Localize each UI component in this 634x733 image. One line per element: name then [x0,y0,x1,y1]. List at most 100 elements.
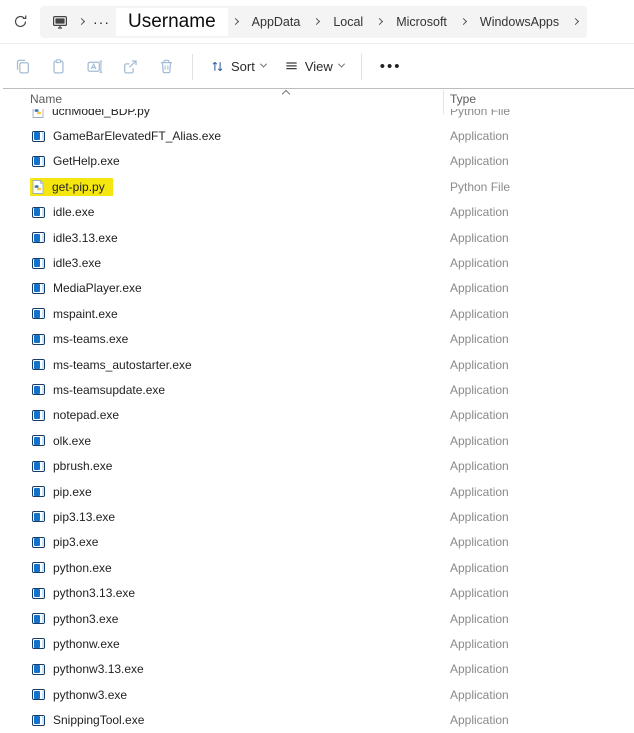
file-row[interactable]: ms-teams.exe Application [0,327,634,352]
file-row[interactable]: pythonw3.13.exe Application [0,657,634,682]
file-name: ucnModel_BDP.py [52,109,150,118]
file-name: pip3.13.exe [53,510,115,524]
breadcrumb-item-microsoft[interactable]: Microsoft [387,11,456,33]
file-name: GetHelp.exe [53,154,120,168]
file-row[interactable]: ucnModel_BDP.py Python File [0,109,634,123]
file-name-cell: GameBarElevatedFT_Alias.exe [30,127,229,145]
application-file-icon [32,334,45,345]
file-name-cell: ucnModel_BDP.py [30,109,158,120]
chevron-right-icon [460,18,467,25]
toolbar-separator [192,54,193,80]
file-row[interactable]: GameBarElevatedFT_Alias.exe Application [0,123,634,148]
file-row[interactable]: python3.13.exe Application [0,580,634,605]
breadcrumb: ··· Username AppData Local Microsoft Win… [40,6,587,38]
breadcrumb-item-windowsapps[interactable]: WindowsApps [471,11,568,33]
share-button[interactable] [112,51,148,83]
chevron-down-icon [338,61,345,68]
file-name: idle.exe [53,205,94,219]
see-more-button[interactable]: ••• [370,54,412,79]
file-row[interactable]: python3.exe Application [0,606,634,631]
column-header-name[interactable]: Name [30,92,62,106]
application-file-icon [32,258,45,269]
file-type: Application [450,510,509,524]
application-file-icon [32,435,45,446]
share-icon [122,58,139,75]
application-file-icon [32,131,45,142]
chevron-right-icon [572,18,579,25]
rename-icon [86,58,103,75]
copy-button[interactable] [4,51,40,83]
file-row[interactable]: notepad.exe Application [0,403,634,428]
file-name: pip.exe [53,485,92,499]
file-row[interactable]: pip3.exe Application [0,530,634,555]
file-name: ms-teams.exe [53,332,128,346]
file-row[interactable]: GetHelp.exe Application [0,149,634,174]
application-file-icon [32,461,45,472]
application-file-icon [32,613,45,624]
view-dropdown[interactable]: View [275,53,353,80]
file-row[interactable]: pip3.13.exe Application [0,504,634,529]
file-type: Application [450,231,509,245]
breadcrumb-item-username[interactable]: Username [116,8,228,36]
file-name-cell: notepad.exe [30,406,127,424]
chevron-right-icon [376,18,383,25]
delete-button[interactable] [148,51,184,83]
file-type: Application [450,129,509,143]
file-explorer-window: ··· Username AppData Local Microsoft Win… [0,0,634,733]
file-row[interactable]: SnippingTool.exe Application [0,707,634,732]
file-row[interactable]: ms-teams_autostarter.exe Application [0,352,634,377]
file-type: Application [450,154,509,168]
refresh-button[interactable] [6,8,34,36]
copy-icon [14,58,31,75]
file-row[interactable]: pbrush.exe Application [0,453,634,478]
breadcrumb-item-appdata[interactable]: AppData [243,11,310,33]
file-type: Application [450,434,509,448]
file-list: ucnModel_BDP.py Python File GameBarEleva… [0,109,634,733]
file-name-cell: pip3.exe [30,533,106,551]
file-name: python3.exe [53,612,118,626]
file-row[interactable]: idle3.exe Application [0,250,634,275]
sort-dropdown[interactable]: Sort [201,53,275,80]
application-file-icon [32,359,45,370]
rename-button[interactable] [76,51,112,83]
file-name: pbrush.exe [53,459,112,473]
application-file-icon [32,232,45,243]
chevron-down-icon [260,61,267,68]
file-type: Application [450,713,509,727]
column-header-type[interactable]: Type [450,92,476,106]
file-row[interactable]: idle.exe Application [0,200,634,225]
file-type: Application [450,637,509,651]
toolbar-separator [361,54,362,80]
file-name: pythonw3.13.exe [53,662,144,676]
file-type: Application [450,383,509,397]
file-type: Application [450,332,509,346]
file-row[interactable]: get-pip.py Python File [0,174,634,199]
file-name-cell: pythonw3.exe [30,686,135,704]
paste-button[interactable] [40,51,76,83]
breadcrumb-item-local[interactable]: Local [324,11,372,33]
file-type: Application [450,256,509,270]
file-name: notepad.exe [53,408,119,422]
trash-icon [158,58,175,75]
file-name: pythonw.exe [53,637,120,651]
file-row[interactable]: ms-teamsupdate.exe Application [0,377,634,402]
file-row[interactable]: pip.exe Application [0,479,634,504]
file-row[interactable]: pythonw.exe Application [0,631,634,656]
application-file-icon [32,283,45,294]
file-row[interactable]: pythonw3.exe Application [0,682,634,707]
application-file-icon [32,664,45,675]
file-name-cell: get-pip.py [30,178,113,196]
python-file-icon [32,180,44,194]
file-row[interactable]: idle3.13.exe Application [0,225,634,250]
file-row[interactable]: olk.exe Application [0,428,634,453]
file-row[interactable]: python.exe Application [0,555,634,580]
file-row[interactable]: mspaint.exe Application [0,301,634,326]
this-pc-crumb[interactable] [46,9,74,35]
file-name-cell: idle3.13.exe [30,229,126,247]
chevron-right-icon [78,18,85,25]
breadcrumb-overflow[interactable]: ··· [89,12,114,32]
sort-ascending-icon [282,90,290,98]
file-row[interactable]: MediaPlayer.exe Application [0,276,634,301]
file-name-cell: python3.exe [30,610,126,628]
file-name-cell: ms-teams.exe [30,330,136,348]
